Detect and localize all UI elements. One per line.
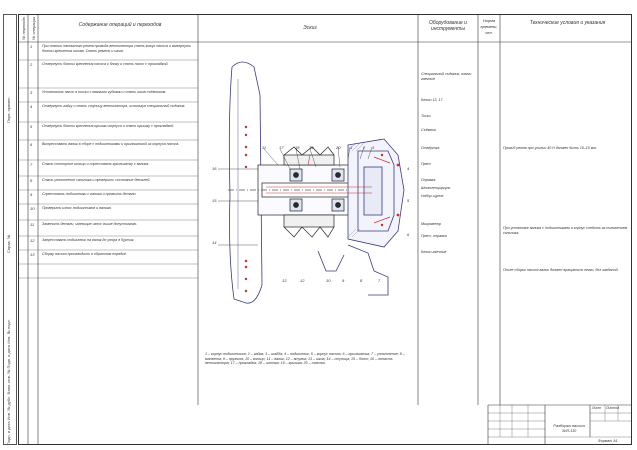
fan-blade	[228, 61, 263, 304]
header-op: № операции	[31, 16, 36, 40]
title-format: Формат А1	[598, 439, 618, 443]
row-text: Снять уплотнение сальника и проверить со…	[42, 178, 151, 182]
tool-item: Ключи 13, 17	[421, 98, 443, 102]
callout-7: 7	[378, 278, 381, 283]
callout-17: 17	[279, 145, 284, 150]
row-number: 3	[30, 90, 33, 95]
row-text: Заменить детали, имеющие износ выше допу…	[42, 222, 138, 226]
callout-3: 3	[372, 145, 375, 150]
row-text: Проверить износ подшипников и валика.	[42, 206, 112, 210]
callout-9: 9	[342, 278, 345, 283]
title-name: Разборка насоса	[553, 423, 585, 428]
tool-item: Штангенциркуль	[421, 186, 451, 190]
condition-1: Прогиб ремня при усилии 40 Н должен быть…	[503, 146, 597, 150]
callout-1: 1	[350, 145, 353, 150]
tool-item: Пресс	[421, 162, 432, 166]
callout-5: 5	[407, 198, 410, 203]
callout-6: 6	[407, 232, 410, 237]
callout-16: 16	[212, 166, 217, 171]
callout-12: 12	[300, 278, 305, 283]
tool-item: Отвёртка	[421, 146, 440, 150]
callout-20: 20	[336, 145, 341, 150]
row-text: Спрессовать подшипники с валика и промыт…	[42, 192, 137, 196]
row-number: 8	[30, 178, 33, 183]
row-text: Снять стопорное кольцо и спрессовать кры…	[42, 162, 150, 166]
row-text: Установить насос в тиски с мягкими губка…	[42, 90, 167, 94]
row-text: Сборку насоса производить в обратном пор…	[42, 252, 127, 256]
parts-legend: 1 – корпус подшипников; 2 – гайка; 3 – ш…	[205, 352, 405, 366]
title-sheet: Лист	[592, 406, 602, 410]
callout-18: 18	[295, 145, 300, 150]
header-step: № перехода	[21, 17, 26, 40]
tool-item: Съёмник	[421, 128, 436, 132]
condition-3: После сборки насоса валик должен вращать…	[503, 268, 619, 272]
row-number: 4	[30, 104, 33, 109]
callout-2: 2	[363, 145, 366, 150]
row-number: 2	[30, 62, 33, 67]
callout-10: 10	[326, 278, 331, 283]
callout-4: 4	[407, 166, 410, 171]
callout-13: 13	[282, 278, 287, 283]
tool-item: Набор щупов	[421, 194, 444, 198]
tool-item: Оправка	[421, 178, 436, 182]
tool-item: Микрометр	[421, 222, 442, 226]
row-number: 12	[30, 238, 35, 243]
header-time: Норма времени, чел.	[480, 18, 498, 35]
callout-11: 11	[262, 145, 267, 150]
row-number: 7	[30, 162, 33, 167]
row-text: Запрессовать подшипник на валик до упора…	[42, 238, 135, 242]
tool-item: Специальный съёмник, ключи гаечные	[421, 72, 472, 81]
drawing-sheet: Перв. примен. Справ. № Подп. и дата Инв.…	[0, 0, 637, 450]
header-sketch: Эскиз	[303, 25, 317, 31]
row-number: 5	[30, 124, 33, 129]
row-number: 13	[30, 252, 35, 257]
header-conditions: Технические условия и указания	[529, 20, 606, 26]
callout-15: 15	[212, 198, 217, 203]
header-op-cell: № операции	[28, 17, 38, 41]
tool-item: Пресс, оправка	[421, 234, 447, 238]
row-text: При снятии натяжного ремня привода венти…	[42, 44, 191, 53]
water-pump-sketch	[218, 61, 405, 304]
tool-item: Тиски	[421, 114, 431, 118]
row-text: Отвернуть гайку и снять ступицу вентилят…	[42, 104, 186, 108]
row-number: 11	[30, 222, 35, 227]
callout-19: 19	[309, 145, 314, 150]
title-sheets: Листов	[606, 406, 620, 410]
header-tools: Оборудование и инструменты	[429, 20, 467, 32]
row-number: 9	[30, 192, 33, 197]
header-content: Содержание операций и переходов	[78, 22, 162, 28]
row-number: 6	[30, 142, 33, 147]
tool-item: Ключи гаечные	[421, 250, 447, 254]
row-number: 1	[30, 44, 33, 49]
row-text: Отвернуть болты крепления насоса к блоку…	[42, 62, 169, 66]
row-text: Отвернуть болты крепления крышки корпуса…	[42, 124, 175, 128]
condition-2: При установке валика с подшипниками в ко…	[503, 226, 628, 235]
callout-14: 14	[212, 240, 217, 245]
header-step-cell: № перехода	[18, 17, 28, 41]
row-text: Выпрессовать валик в сборе с подшипникам…	[42, 142, 180, 146]
title-code: ЗИЛ-130	[561, 429, 577, 433]
callout-8: 8	[360, 278, 363, 283]
row-number: 10	[30, 206, 35, 211]
